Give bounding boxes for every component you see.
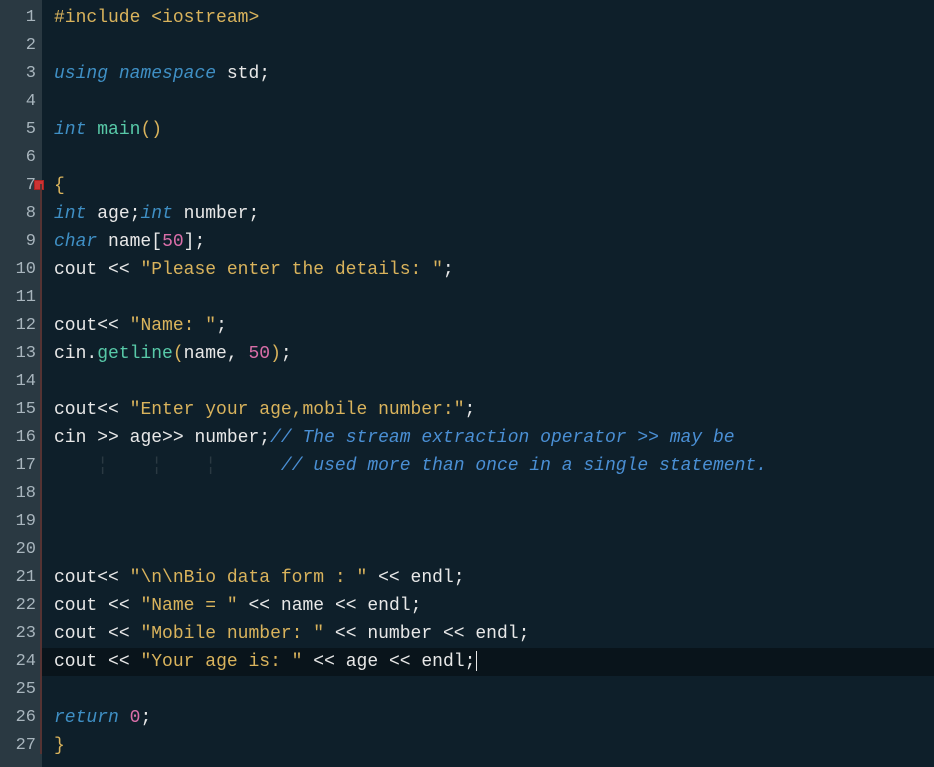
code-line[interactable]: cout<< "\n\nBio data form : " << endl; [54,564,934,592]
line-number: 15 [0,396,42,424]
line-number: 12 [0,312,42,340]
code-line-current[interactable]: cout << "Your age is: " << age << endl; [42,648,934,676]
code-line[interactable] [54,368,934,396]
code-line[interactable]: cout << "Mobile number: " << number << e… [54,620,934,648]
code-line[interactable] [54,32,934,60]
line-number: 11 [0,284,42,312]
line-number: 17 [0,452,42,480]
code-line[interactable]: using namespace std; [54,60,934,88]
code-line[interactable]: cout << "Please enter the details: "; [54,256,934,284]
code-line[interactable]: return 0; [54,704,934,732]
code-line[interactable]: { [54,172,934,200]
line-number: 2 [0,32,42,60]
line-number: 4 [0,88,42,116]
line-number: 6 [0,144,42,172]
code-line[interactable] [54,144,934,172]
code-line[interactable]: cout<< "Enter your age,mobile number:"; [54,396,934,424]
line-number: 9 [0,228,42,256]
line-number: 21 [0,564,42,592]
code-line[interactable] [54,508,934,536]
line-number: 19 [0,508,42,536]
code-line[interactable] [54,536,934,564]
line-number: 20 [0,536,42,564]
line-number: 10 [0,256,42,284]
line-number: 22 [0,592,42,620]
code-line[interactable] [54,480,934,508]
line-number: 25 [0,676,42,704]
line-number: 18 [0,480,42,508]
code-line[interactable]: cin >> age>> number;// The stream extrac… [54,424,934,452]
code-line[interactable]: cout<< "Name: "; [54,312,934,340]
text-cursor [476,651,477,671]
line-number: 24 [0,648,42,676]
line-number: 23 [0,620,42,648]
line-number: 8 [0,200,42,228]
code-line[interactable]: cout << "Name = " << name << endl; [54,592,934,620]
code-line[interactable] [54,676,934,704]
line-number: 16 [0,424,42,452]
code-line[interactable]: char name[50]; [54,228,934,256]
code-line[interactable]: } [54,732,934,760]
line-number: 14 [0,368,42,396]
line-number-gutter: 1 2 3 4 5 6 7 8 9 10 11 12 13 14 15 16 1… [0,0,42,767]
code-line[interactable]: int age;int number; [54,200,934,228]
line-number: 3 [0,60,42,88]
code-line[interactable] [54,88,934,116]
line-number: 7 [0,172,42,200]
code-editor[interactable]: #include <iostream> using namespace std;… [42,0,934,767]
code-line[interactable]: cin.getline(name, 50); [54,340,934,368]
code-line[interactable]: ¦ ¦ ¦ // used more than once in a single… [54,452,934,480]
code-line[interactable]: #include <iostream> [54,4,934,32]
line-number: 13 [0,340,42,368]
code-line[interactable] [54,284,934,312]
line-number: 26 [0,704,42,732]
line-number: 27 [0,732,42,760]
code-line[interactable]: int main() [54,116,934,144]
line-number: 5 [0,116,42,144]
line-number: 1 [0,4,42,32]
